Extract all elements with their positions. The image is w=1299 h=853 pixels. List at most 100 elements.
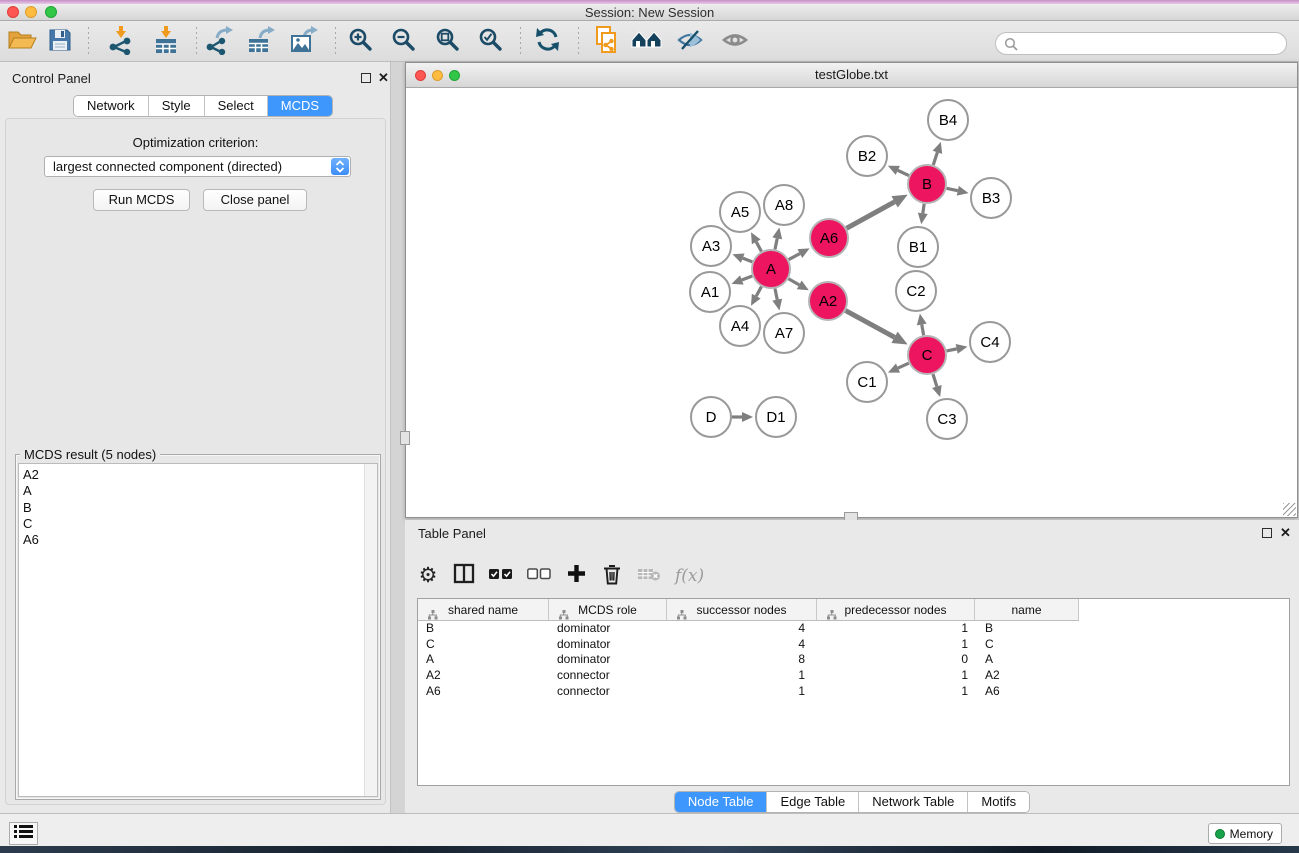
node-D1[interactable]: D1	[756, 397, 796, 437]
mcds-list-scrollbar[interactable]	[364, 464, 377, 796]
edge-A-A3[interactable]	[743, 258, 753, 262]
node-A7[interactable]: A7	[764, 313, 804, 353]
node-A5[interactable]: A5	[720, 192, 760, 232]
new-network-from-file-button[interactable]	[590, 25, 624, 59]
tab-edge-table[interactable]: Edge Table	[767, 792, 859, 812]
home-button[interactable]	[630, 25, 664, 59]
open-session-button[interactable]	[5, 25, 39, 59]
table-row[interactable]: Bdominator41B	[418, 621, 1289, 637]
edge-A-A4[interactable]	[756, 287, 761, 297]
tab-style[interactable]: Style	[149, 96, 205, 116]
column-header-predecessor-nodes[interactable]: predecessor nodes	[817, 599, 975, 621]
function-builder-button[interactable]: f(x)	[675, 563, 704, 589]
node-D[interactable]: D	[691, 397, 731, 437]
edge-A-A2[interactable]	[788, 279, 799, 285]
memory-button[interactable]: Memory	[1208, 823, 1282, 844]
mcds-result-item[interactable]: B	[19, 500, 377, 516]
deselect-all-columns-button[interactable]	[527, 563, 551, 589]
tab-motifs[interactable]: Motifs	[968, 792, 1029, 812]
node-A[interactable]: A	[752, 250, 790, 288]
node-C1[interactable]: C1	[847, 362, 887, 402]
window-resize-grip-corner[interactable]	[1283, 503, 1296, 516]
import-network-button[interactable]	[104, 25, 138, 59]
node-A6[interactable]: A6	[810, 219, 848, 257]
table-row[interactable]: A6connector11A6	[418, 684, 1289, 700]
run-mcds-button[interactable]: Run MCDS	[93, 189, 190, 211]
tab-network-table[interactable]: Network Table	[859, 792, 968, 812]
node-A2[interactable]: A2	[809, 282, 847, 320]
table-row[interactable]: Cdominator41C	[418, 637, 1289, 653]
node-B[interactable]: B	[908, 165, 946, 203]
zoom-out-button[interactable]	[387, 25, 421, 59]
float-panel-icon[interactable]	[361, 73, 371, 83]
toggle-column-panel-button[interactable]	[453, 563, 475, 589]
column-header-successor-nodes[interactable]: successor nodes	[667, 599, 817, 621]
table-row[interactable]: A2connector11A2	[418, 668, 1289, 684]
edge-A-A8[interactable]	[775, 238, 777, 249]
edge-B-B4[interactable]	[933, 152, 937, 165]
tab-select[interactable]: Select	[205, 96, 268, 116]
edge-C-C3[interactable]	[933, 374, 937, 386]
criterion-dropdown[interactable]: largest connected component (directed)	[44, 156, 351, 177]
create-column-button[interactable]	[565, 563, 587, 589]
delete-table-button[interactable]	[637, 563, 661, 589]
network-canvas[interactable]: B4 B2 B B3 A8A5 A6 A3 B1 A C2 A1 A2 A4A7 C4 C C1 C3 D D1	[406, 88, 1297, 517]
edge-A6-B[interactable]	[847, 202, 895, 228]
table-row[interactable]: Adominator80A	[418, 652, 1289, 668]
column-header-shared-name[interactable]: shared name	[418, 599, 549, 621]
node-C3[interactable]: C3	[927, 399, 967, 439]
edge-A-A6[interactable]	[789, 254, 800, 260]
node-B3[interactable]: B3	[971, 178, 1011, 218]
edge-B-B1[interactable]	[923, 204, 924, 214]
zoom-fit-button[interactable]	[431, 25, 465, 59]
edge-A2-C[interactable]	[846, 311, 895, 338]
edge-A-A5[interactable]	[756, 242, 761, 252]
export-table-button[interactable]	[244, 25, 278, 59]
network-window-titlebar[interactable]: testGlobe.txt	[406, 63, 1297, 88]
edge-A-A7[interactable]	[775, 289, 777, 300]
column-header-MCDS-role[interactable]: MCDS role	[549, 599, 667, 621]
edge-B-B3[interactable]	[947, 188, 958, 190]
zoom-selected-button[interactable]	[474, 25, 508, 59]
tab-mcds[interactable]: MCDS	[268, 96, 332, 116]
edge-C-C2[interactable]	[922, 325, 924, 336]
zoom-in-button[interactable]	[344, 25, 378, 59]
close-panel-icon[interactable]: ✕	[1280, 527, 1291, 539]
export-network-button[interactable]	[202, 25, 236, 59]
search-input[interactable]	[1022, 34, 1277, 53]
refresh-button[interactable]	[530, 25, 564, 59]
hide-graphics-details-button[interactable]	[673, 25, 707, 59]
tab-network[interactable]: Network	[74, 96, 149, 116]
table-settings-button[interactable]: ⚙	[417, 563, 439, 589]
mcds-result-item[interactable]: A	[19, 483, 377, 499]
mcds-result-item[interactable]: A6	[19, 532, 377, 548]
node-C[interactable]: C	[908, 336, 946, 374]
show-hide-button[interactable]	[718, 25, 752, 59]
save-session-button[interactable]	[43, 25, 77, 59]
node-A1[interactable]: A1	[690, 272, 730, 312]
node-C4[interactable]: C4	[970, 322, 1010, 362]
node-A8[interactable]: A8	[764, 185, 804, 225]
node-B4[interactable]: B4	[928, 100, 968, 140]
node-A3[interactable]: A3	[691, 226, 731, 266]
edge-C-C4[interactable]	[947, 349, 957, 351]
export-image-button[interactable]	[287, 25, 321, 59]
node-B2[interactable]: B2	[847, 136, 887, 176]
node-B1[interactable]: B1	[898, 227, 938, 267]
close-panel-icon[interactable]: ✕	[378, 72, 389, 84]
task-history-button[interactable]	[9, 822, 38, 845]
column-header-name[interactable]: name	[975, 599, 1079, 621]
float-panel-icon[interactable]	[1262, 528, 1272, 538]
close-panel-button[interactable]: Close panel	[203, 189, 307, 211]
node-A4[interactable]: A4	[720, 306, 760, 346]
window-resize-grip-left[interactable]	[400, 431, 410, 445]
edge-B-B2[interactable]	[898, 170, 909, 175]
edge-A-A1[interactable]	[742, 276, 752, 280]
tab-node-table[interactable]: Node Table	[675, 792, 768, 812]
delete-columns-button[interactable]	[601, 563, 623, 589]
mcds-result-item[interactable]: C	[19, 516, 377, 532]
import-table-button[interactable]	[149, 25, 183, 59]
node-C2[interactable]: C2	[896, 271, 936, 311]
select-all-columns-button[interactable]	[489, 563, 513, 589]
edge-C-C1[interactable]	[898, 363, 909, 368]
